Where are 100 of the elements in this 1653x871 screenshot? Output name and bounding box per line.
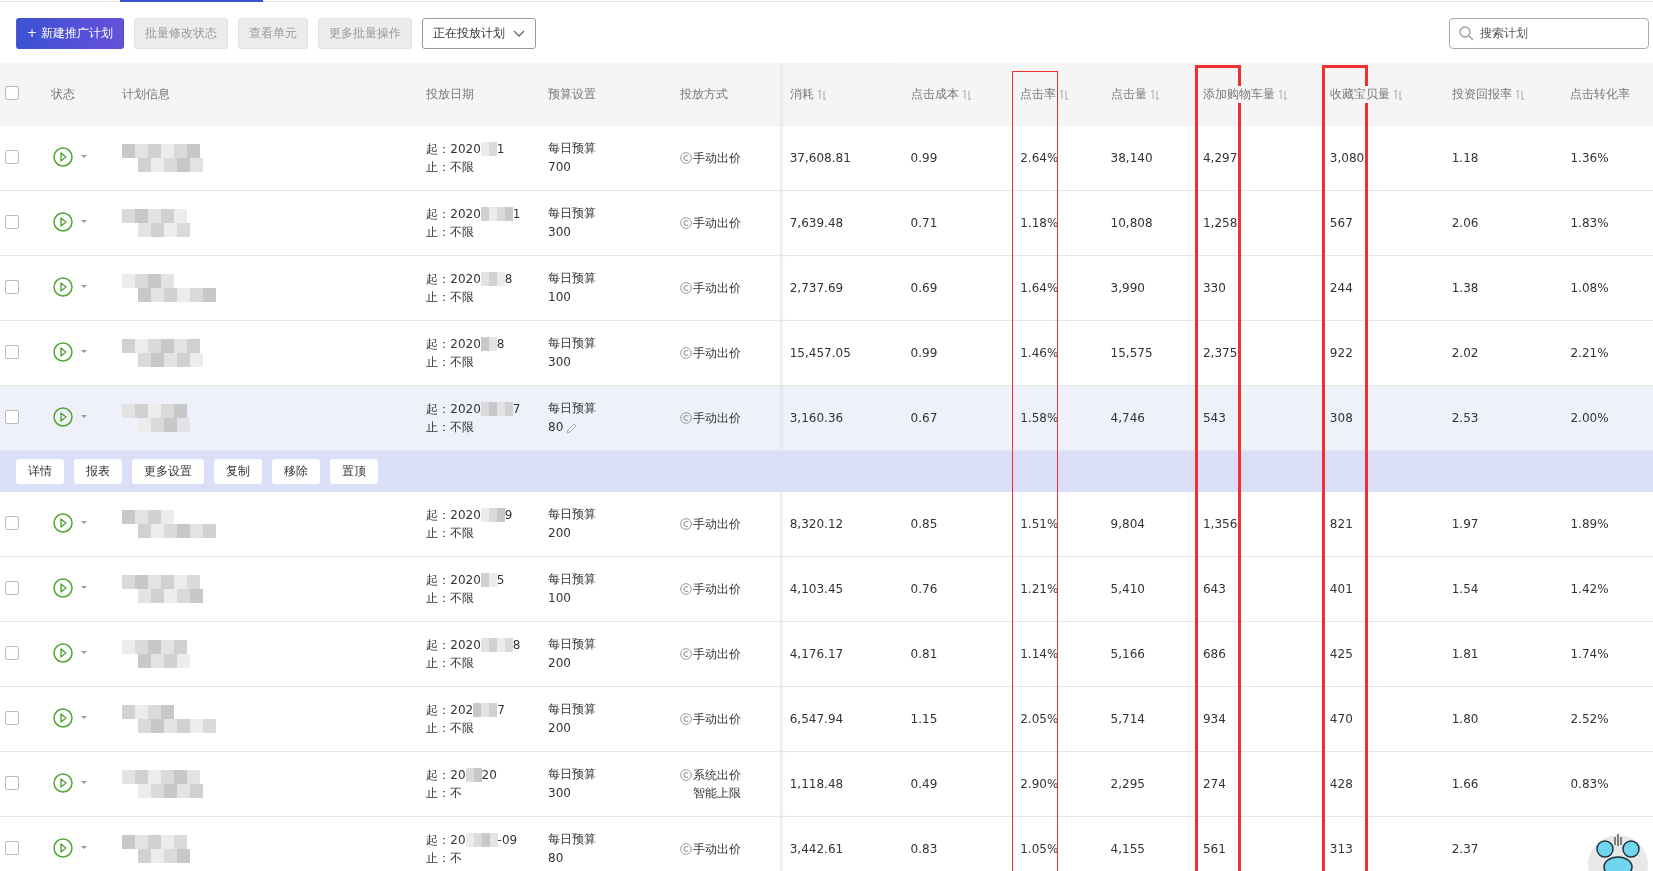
- budget-value: 80: [548, 850, 564, 867]
- checkbox[interactable]: [5, 409, 19, 424]
- coin-icon: [680, 412, 693, 424]
- blurred-text: [480, 573, 497, 587]
- column-header[interactable]: 点击成本: [910, 86, 959, 103]
- sort-icon[interactable]: [1149, 88, 1160, 101]
- column-header[interactable]: 投资回报率: [1451, 86, 1512, 103]
- caret-icon[interactable]: [80, 220, 87, 223]
- sort-icon[interactable]: [961, 88, 972, 101]
- sort-icon[interactable]: [816, 88, 827, 101]
- budget-label: 每日预算: [548, 400, 598, 417]
- caret-icon[interactable]: [80, 716, 87, 719]
- metric-value: 5,166: [1110, 647, 1145, 661]
- checkbox[interactable]: [5, 86, 19, 100]
- sort-icon[interactable]: [1392, 88, 1403, 101]
- column-header[interactable]: 消耗: [789, 86, 814, 103]
- sort-icon[interactable]: [1277, 88, 1288, 101]
- assistant-icon[interactable]: [1587, 831, 1649, 871]
- metric-value: 543: [1202, 411, 1226, 425]
- caret-icon[interactable]: [80, 155, 87, 158]
- metric-value: 2,375: [1202, 346, 1238, 360]
- checkbox[interactable]: [5, 710, 19, 725]
- start-date: 5: [496, 572, 505, 589]
- pencil-icon[interactable]: [565, 421, 578, 434]
- budget-label: 每日预算: [548, 140, 598, 157]
- row-action-button[interactable]: 置顶: [330, 459, 378, 484]
- budget-label: 每日预算: [548, 831, 598, 848]
- start-date: 8: [512, 637, 521, 654]
- caret-icon[interactable]: [80, 781, 87, 784]
- checkbox[interactable]: [5, 840, 19, 855]
- metric-value: 561: [1202, 842, 1226, 856]
- blurred-text: [480, 508, 505, 522]
- coin-icon: [680, 217, 693, 229]
- play-icon[interactable]: [52, 837, 73, 858]
- start-date: 起：20: [426, 767, 466, 784]
- metric-value: 38,140: [1110, 151, 1153, 165]
- column-header[interactable]: 添加购物车量: [1202, 86, 1275, 103]
- budget-label: 每日预算: [548, 636, 598, 653]
- row-action-button[interactable]: 移除: [272, 459, 320, 484]
- end-date: 止：不限: [426, 159, 475, 176]
- caret-icon[interactable]: [80, 586, 87, 589]
- caret-icon[interactable]: [80, 846, 87, 849]
- checkbox[interactable]: [5, 279, 19, 294]
- column-header[interactable]: 点击率: [1020, 86, 1057, 103]
- metric-value: 1.38: [1451, 281, 1479, 295]
- caret-icon[interactable]: [80, 651, 87, 654]
- play-icon[interactable]: [52, 577, 73, 598]
- metric-value: 15,457.05: [789, 346, 851, 360]
- checkbox[interactable]: [5, 149, 19, 164]
- play-icon[interactable]: [52, 276, 73, 297]
- metric-value: 3,442.61: [789, 842, 844, 856]
- play-icon[interactable]: [52, 341, 73, 362]
- bid-method: 手动出价: [693, 280, 742, 297]
- metric-value: 1.81: [1451, 647, 1479, 661]
- play-icon[interactable]: [52, 211, 73, 232]
- checkbox[interactable]: [5, 214, 19, 229]
- end-date: 止：不限: [426, 224, 475, 241]
- metric-value: 7,639.48: [789, 216, 844, 230]
- row-action-button[interactable]: 复制: [214, 459, 262, 484]
- plan-filter-dropdown[interactable]: 正在投放计划: [421, 17, 536, 49]
- coin-icon: [680, 152, 693, 164]
- checkbox[interactable]: [5, 580, 19, 595]
- checkbox[interactable]: [5, 344, 19, 359]
- search-field[interactable]: 搜索计划: [1449, 17, 1649, 49]
- checkbox[interactable]: [5, 515, 19, 530]
- start-date: 9: [504, 507, 513, 524]
- row-action-button[interactable]: 更多设置: [132, 459, 204, 484]
- row-action-button[interactable]: 详情: [16, 459, 64, 484]
- bid-method: 手动出价: [693, 345, 742, 362]
- play-icon[interactable]: [52, 406, 73, 427]
- metric-value: 1.42%: [1570, 582, 1609, 596]
- caret-icon[interactable]: [80, 521, 87, 524]
- play-icon[interactable]: [52, 707, 73, 728]
- checkbox[interactable]: [5, 645, 19, 660]
- column-header[interactable]: 收藏宝贝量: [1329, 86, 1390, 103]
- play-icon[interactable]: [52, 772, 73, 793]
- metric-value: 470: [1329, 712, 1353, 726]
- caret-icon[interactable]: [80, 285, 87, 288]
- bid-method: 手动出价: [693, 646, 742, 663]
- budget-label: 每日预算: [548, 270, 598, 287]
- start-date: 起：20: [426, 832, 466, 849]
- metric-value: 4,297: [1202, 151, 1238, 165]
- sort-icon[interactable]: [1514, 88, 1525, 101]
- caret-icon[interactable]: [80, 350, 87, 353]
- metric-value: 2.53: [1451, 411, 1479, 425]
- metric-value: 1,258: [1202, 216, 1238, 230]
- sort-icon[interactable]: [1059, 88, 1070, 101]
- new-plan-button[interactable]: + 新建推广计划: [16, 17, 124, 49]
- play-icon[interactable]: [52, 642, 73, 663]
- start-date: 起：2020: [426, 336, 481, 353]
- metric-value: 2.37: [1451, 842, 1479, 856]
- metric-value: 0.69: [910, 281, 938, 295]
- play-icon[interactable]: [52, 146, 73, 167]
- row-action-button[interactable]: 报表: [74, 459, 122, 484]
- caret-icon[interactable]: [80, 415, 87, 418]
- checkbox[interactable]: [5, 775, 19, 790]
- start-date: 7: [497, 702, 505, 719]
- column-header[interactable]: 点击量: [1110, 86, 1147, 103]
- budget-label: 每日预算: [548, 335, 598, 352]
- play-icon[interactable]: [52, 512, 73, 533]
